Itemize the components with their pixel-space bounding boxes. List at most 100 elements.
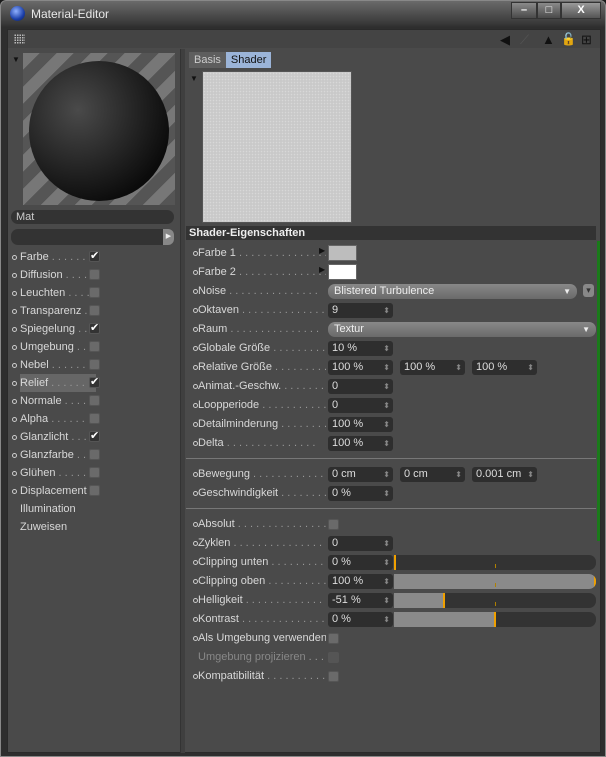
dropdown-raum[interactable]: Textur ▼ [328, 322, 596, 337]
channel-checkbox[interactable] [89, 449, 100, 460]
number-field[interactable]: 9 ⬍ [328, 303, 393, 318]
channel-item-leuchten[interactable]: Leuchten . . . . . . [8, 284, 181, 302]
slider-handle[interactable] [494, 612, 496, 627]
number-field[interactable]: 0 ⬍ [328, 536, 393, 551]
spinner-arrows-icon[interactable]: ⬍ [455, 467, 462, 482]
preview-menu-arrow-icon[interactable]: ▼ [12, 55, 20, 64]
spinner-arrows-icon[interactable]: ⬍ [383, 467, 390, 482]
dropdown-options-icon[interactable]: ▾ [583, 284, 594, 297]
channel-item-umgebung[interactable]: Umgebung . . . . . . [8, 338, 181, 356]
channel-checkbox[interactable] [89, 359, 100, 370]
number-field[interactable]: 100 % ⬍ [472, 360, 537, 375]
tab-shader[interactable]: Shader [225, 52, 272, 68]
forward-icon[interactable]: ⟋ [520, 32, 529, 48]
number-field[interactable]: 100 % ⬍ [328, 360, 393, 375]
number-field[interactable]: 100 % ⬍ [328, 417, 393, 432]
slider-track[interactable] [394, 574, 596, 589]
number-field[interactable]: 0.001 cm ⬍ [472, 467, 537, 482]
number-field[interactable]: 0 % ⬍ [328, 555, 393, 570]
spinner-arrows-icon[interactable]: ⬍ [383, 436, 390, 451]
channel-item-transparenz[interactable]: Transparenz . . . . . . [8, 302, 181, 320]
checkbox-kompatibilität[interactable] [328, 671, 339, 682]
panel-divider[interactable] [181, 49, 185, 753]
spinner-arrows-icon[interactable]: ⬍ [383, 574, 390, 589]
menu-item-illumination[interactable]: Illumination [8, 500, 181, 518]
spinner-arrows-icon[interactable]: ⬍ [383, 303, 390, 318]
minimize-button[interactable]: – [511, 2, 537, 19]
channel-checkbox[interactable]: ✔ [89, 323, 100, 334]
number-field[interactable]: 100 % ⬍ [328, 574, 393, 589]
channel-item-farbe[interactable]: Farbe . . . . . . ✔ [8, 248, 181, 266]
channel-item-spiegelung[interactable]: Spiegelung . . . . . .✔ [8, 320, 181, 338]
number-field[interactable]: 0 cm ⬍ [400, 467, 465, 482]
number-field[interactable]: 100 % ⬍ [400, 360, 465, 375]
spinner-arrows-icon[interactable]: ⬍ [383, 398, 390, 413]
channel-item-nebel[interactable]: Nebel . . . . . . [8, 356, 181, 374]
channel-item-displacement[interactable]: Displacement . . . . . . [8, 482, 181, 500]
spinner-arrows-icon[interactable]: ⬍ [383, 612, 390, 627]
spinner-arrows-icon[interactable]: ⬍ [383, 417, 390, 432]
spinner-arrows-icon[interactable]: ⬍ [527, 360, 534, 375]
number-field[interactable]: 0 cm ⬍ [328, 467, 393, 482]
field-arrow-icon[interactable]: ▶ [163, 229, 174, 245]
tab-basis[interactable]: Basis [189, 52, 226, 68]
material-link-field[interactable]: ▶ [11, 229, 174, 245]
channel-checkbox[interactable] [89, 395, 100, 406]
new-window-icon[interactable]: ⊞ [581, 32, 592, 48]
back-arrow-icon[interactable]: ◀ [500, 32, 510, 48]
up-arrow-icon[interactable]: ▲ [542, 32, 555, 47]
channel-checkbox[interactable]: ✔ [89, 431, 100, 442]
number-field[interactable]: 0 % ⬍ [328, 612, 393, 627]
slider-track[interactable] [394, 612, 596, 627]
channel-item-diffusion[interactable]: Diffusion . . . . . . [8, 266, 181, 284]
channel-checkbox[interactable] [89, 287, 100, 298]
title-bar[interactable]: Material-Editor – □ X [1, 1, 606, 27]
number-field[interactable]: 0 ⬍ [328, 398, 393, 413]
number-field[interactable]: -51 % ⬍ [328, 593, 393, 608]
material-preview[interactable] [23, 53, 175, 205]
spinner-arrows-icon[interactable]: ⬍ [383, 341, 390, 356]
slider-track[interactable] [394, 593, 596, 608]
dropdown-noise[interactable]: Blistered Turbulence ▼ [328, 284, 577, 299]
spinner-arrows-icon[interactable]: ⬍ [455, 360, 462, 375]
spinner-arrows-icon[interactable]: ⬍ [383, 486, 390, 501]
checkbox-absolut[interactable] [328, 519, 339, 530]
channel-item-alpha[interactable]: Alpha . . . . . . [8, 410, 181, 428]
slider-track[interactable] [394, 555, 596, 570]
channel-item-glanzfarbe[interactable]: Glanzfarbe . . . . . . [8, 446, 181, 464]
grip-icon[interactable] [14, 34, 25, 44]
close-button[interactable]: X [561, 2, 601, 19]
channel-checkbox[interactable] [89, 485, 100, 496]
channel-checkbox[interactable] [89, 467, 100, 478]
number-field[interactable]: 10 % ⬍ [328, 341, 393, 356]
spinner-arrows-icon[interactable]: ⬍ [383, 360, 390, 375]
number-field[interactable]: 0 % ⬍ [328, 486, 393, 501]
channel-checkbox[interactable] [89, 305, 100, 316]
channel-item-glühen[interactable]: Glühen . . . . . . [8, 464, 181, 482]
maximize-button[interactable]: □ [537, 2, 561, 19]
shader-preview-arrow-icon[interactable]: ▼ [190, 74, 198, 83]
channel-checkbox[interactable] [89, 413, 100, 424]
channel-item-relief[interactable]: Relief . . . . . . ✔ [8, 374, 181, 392]
channel-checkbox[interactable] [89, 269, 100, 280]
channel-item-glanzlicht[interactable]: Glanzlicht . . . . . .✔ [8, 428, 181, 446]
spinner-arrows-icon[interactable]: ⬍ [383, 379, 390, 394]
expand-arrow-icon[interactable]: ▶ [319, 265, 325, 274]
spinner-arrows-icon[interactable]: ⬍ [527, 467, 534, 482]
color-swatch[interactable] [328, 264, 357, 280]
menu-item-zuweisen[interactable]: Zuweisen [8, 518, 181, 536]
number-field[interactable]: 100 % ⬍ [328, 436, 393, 451]
color-swatch[interactable] [328, 245, 357, 261]
slider-handle[interactable] [394, 555, 396, 570]
number-field[interactable]: 0 ⬍ [328, 379, 393, 394]
channel-checkbox[interactable] [89, 341, 100, 352]
spinner-arrows-icon[interactable]: ⬍ [383, 593, 390, 608]
slider-handle[interactable] [443, 593, 445, 608]
material-name-field[interactable]: Mat [11, 210, 174, 224]
spinner-arrows-icon[interactable]: ⬍ [383, 536, 390, 551]
channel-item-normale[interactable]: Normale . . . . . . [8, 392, 181, 410]
checkbox-als-umgebung-verwenden[interactable] [328, 633, 339, 644]
channel-checkbox[interactable]: ✔ [89, 377, 100, 388]
slider-handle[interactable] [594, 574, 596, 589]
channel-checkbox[interactable]: ✔ [89, 251, 100, 262]
